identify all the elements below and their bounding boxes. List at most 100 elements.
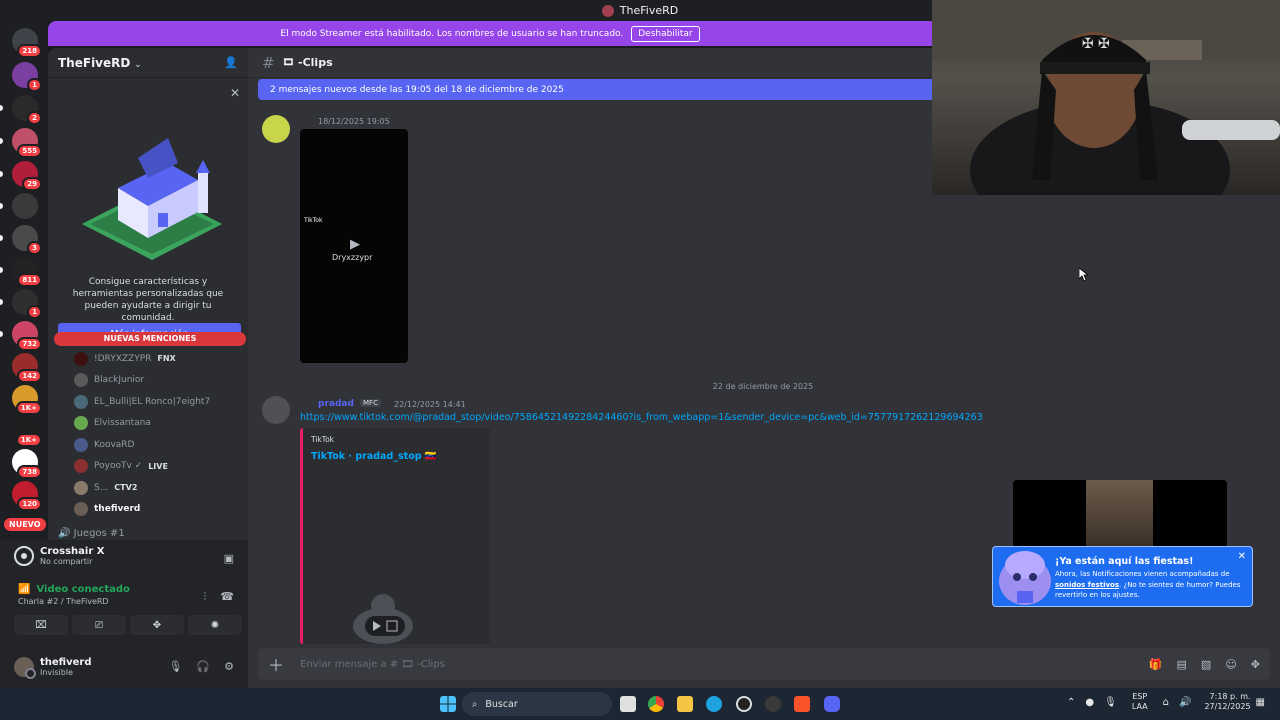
voice-member[interactable]: Elvissantana: [74, 413, 244, 435]
avatar[interactable]: [262, 115, 290, 143]
chevron-up-icon[interactable]: ⌃: [1067, 697, 1075, 708]
server-header[interactable]: TheFiveRD ⌄ 👤: [48, 48, 248, 78]
disable-streamer-mode-button[interactable]: Deshabilitar: [631, 25, 700, 42]
gear-icon[interactable]: ⚙: [224, 660, 234, 673]
date-divider: 22 de diciembre de 2025: [712, 382, 814, 391]
member-name: BlackJunior: [94, 375, 145, 386]
sticker-icon[interactable]: ▧: [1201, 658, 1211, 671]
language-indicator[interactable]: ESP LAA: [1132, 692, 1148, 712]
video-connected-status[interactable]: 📶 Video conectado Charla #2 / TheFiveRD: [18, 584, 130, 606]
voice-member[interactable]: thefiverd: [74, 499, 244, 521]
new-servers-pill[interactable]: NUEVO: [4, 518, 46, 531]
disconnect-icon[interactable]: ☎: [220, 590, 234, 604]
noise-suppression-icon[interactable]: ⫶: [204, 590, 207, 604]
obs-icon[interactable]: [736, 696, 752, 712]
play-icon[interactable]: ▶: [350, 237, 360, 252]
server-icon[interactable]: [12, 193, 38, 219]
member-tag-badge: LIVE: [148, 461, 168, 471]
folder-icon[interactable]: [677, 696, 693, 712]
new-messages-bar[interactable]: 2 mensajes nuevos desde las 19:05 del 18…: [258, 79, 932, 100]
embed-title[interactable]: TikTok · pradad_stop 🇻🇪: [311, 451, 437, 462]
camera-off-button[interactable]: ⌧: [14, 615, 68, 635]
windows-start-icon[interactable]: [440, 696, 456, 712]
picture-in-picture-stream[interactable]: [1013, 480, 1227, 548]
voice-member[interactable]: EL_Bulli|EL Ronco|7eight7: [74, 391, 244, 413]
server-icon[interactable]: 1K+: [12, 417, 42, 447]
message-input[interactable]: Enviar mensaje a # 🎞 -Clips: [300, 659, 445, 670]
server-icon[interactable]: 2: [12, 95, 42, 125]
voice-channel-path: Charla #2 / TheFiveRD: [18, 597, 109, 606]
share-screen-button[interactable]: ⎚: [72, 615, 126, 635]
screen-share-icon[interactable]: ▣: [224, 552, 234, 565]
headphones-icon[interactable]: 🎧: [196, 660, 210, 673]
notifications-icon[interactable]: ▦: [1256, 697, 1265, 708]
edge-icon[interactable]: [706, 696, 722, 712]
link-embed: TikTok TikTok · pradad_stop 🇻🇪: [300, 428, 490, 644]
server-icon[interactable]: 142: [12, 353, 42, 383]
server-icon[interactable]: 1K+: [12, 385, 42, 415]
server-icon[interactable]: 1: [12, 289, 42, 319]
server-icon[interactable]: 218: [12, 28, 42, 58]
gift-icon[interactable]: 🎁: [1149, 658, 1163, 671]
invite-people-icon[interactable]: 👤: [224, 56, 238, 69]
message-composer[interactable]: ＋ Enviar mensaje a # 🎞 -Clips 🎁 ▤ ▧ ☺ ✥: [258, 648, 1270, 680]
mention-badge: 1: [27, 305, 42, 319]
video-placeholder-icon[interactable]: [343, 588, 423, 644]
server-icon[interactable]: 738: [12, 449, 42, 479]
voice-channel-juegos[interactable]: 🔊 Juegos #1: [58, 528, 125, 539]
avatar[interactable]: [14, 656, 36, 679]
server-name[interactable]: TheFiveRD ⌄: [58, 56, 142, 70]
new-mentions-banner[interactable]: NUEVAS MENCIONES: [54, 332, 246, 346]
tray-app-icon[interactable]: ●: [1085, 697, 1094, 708]
network-icon[interactable]: ⌂: [1163, 697, 1169, 708]
close-icon[interactable]: ✕: [1238, 551, 1246, 562]
voice-member[interactable]: KoovaRD: [74, 434, 244, 456]
voice-member[interactable]: BlackJunior: [74, 370, 244, 392]
server-icon[interactable]: 3: [12, 225, 42, 255]
taskbar-search[interactable]: ⌕ Buscar: [462, 692, 612, 716]
chrome-icon[interactable]: [648, 696, 664, 712]
gif-icon[interactable]: ▤: [1177, 658, 1187, 671]
video-embed[interactable]: TikTok ▶ Dryxzzypr: [300, 129, 408, 363]
avatar[interactable]: [262, 396, 290, 424]
soundboard-button[interactable]: ✺: [188, 615, 242, 635]
tiktok-brand: TikTok: [304, 217, 323, 224]
member-name: thefiverd: [94, 504, 141, 515]
server-icon[interactable]: 555: [12, 128, 42, 158]
discord-icon[interactable]: [824, 696, 840, 712]
server-icon[interactable]: 811: [12, 257, 42, 287]
unread-pill: [0, 138, 3, 144]
voice-member[interactable]: !DRYXZZYPR FNX: [74, 348, 244, 370]
avatar: [74, 416, 88, 431]
file-icon[interactable]: [620, 696, 636, 712]
emoji-icon[interactable]: ☺: [1225, 658, 1236, 671]
brave-icon[interactable]: [794, 696, 810, 712]
voice-member[interactable]: PoyooTv ✓ LIVE: [74, 456, 244, 478]
user-controls: 🎙 🎧 ⚙: [168, 660, 234, 673]
unread-pill: [0, 235, 3, 241]
wumpus-mascot-icon: [999, 551, 1051, 605]
microphone-icon[interactable]: 🎙: [168, 660, 182, 673]
server-icon[interactable]: 732: [12, 321, 42, 351]
server-icon[interactable]: 29: [12, 161, 42, 191]
voice-member[interactable]: S... CTV2: [74, 477, 244, 499]
message-author[interactable]: pradad: [318, 399, 354, 409]
toast-title: ¡Ya están aquí las fiestas!: [1055, 556, 1194, 567]
festive-sounds-link[interactable]: sonidos festivos: [1055, 581, 1119, 589]
server-icon[interactable]: 120: [12, 481, 42, 511]
channel-title: -Clips: [298, 56, 333, 69]
clock[interactable]: 7:18 p. m. 27/12/2025: [1204, 692, 1250, 712]
message-link[interactable]: https://www.tiktok.com/@pradad_stop/vide…: [300, 412, 983, 423]
microphone-icon[interactable]: 🎙: [1104, 697, 1117, 708]
member-name: Elvissantana: [94, 418, 151, 429]
avatar: [74, 373, 88, 388]
mention-badge: 811: [17, 273, 42, 287]
activities-button[interactable]: ✥: [130, 615, 184, 635]
app-icon[interactable]: [765, 696, 781, 712]
apps-icon[interactable]: ✥: [1251, 658, 1260, 671]
film-icon: 🎞: [282, 57, 295, 68]
volume-icon[interactable]: 🔊: [1179, 697, 1191, 708]
close-icon[interactable]: ✕: [230, 86, 240, 100]
add-attachment-icon[interactable]: ＋: [258, 652, 294, 676]
server-icon[interactable]: 1: [12, 62, 42, 92]
